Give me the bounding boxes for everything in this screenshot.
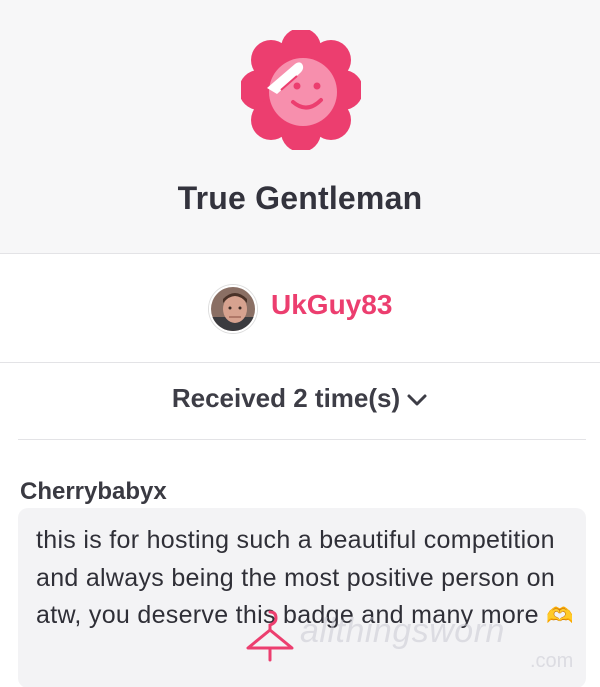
received-count-label: Received 2 time(s) — [171, 383, 401, 413]
badge-header: True Gentleman — [0, 0, 600, 254]
avatar[interactable] — [209, 285, 257, 333]
username-link[interactable]: UkGuy83 — [271, 289, 392, 321]
badge-title: True Gentleman — [177, 180, 423, 216]
user-row[interactable]: UkGuy83 — [0, 255, 600, 363]
saluting-face-icon — [241, 30, 361, 150]
hanger-icon — [246, 610, 294, 662]
watermark-suffix: .com — [530, 650, 574, 672]
chevron-down-icon — [406, 383, 428, 414]
divider — [18, 439, 586, 440]
sender-name: Cherrybabyx — [20, 478, 167, 505]
received-count-toggle[interactable]: Received 2 time(s) — [0, 383, 600, 414]
heart-hands-emoji: 🫶 — [546, 603, 574, 628]
watermark: allthingsworn — [300, 612, 505, 650]
